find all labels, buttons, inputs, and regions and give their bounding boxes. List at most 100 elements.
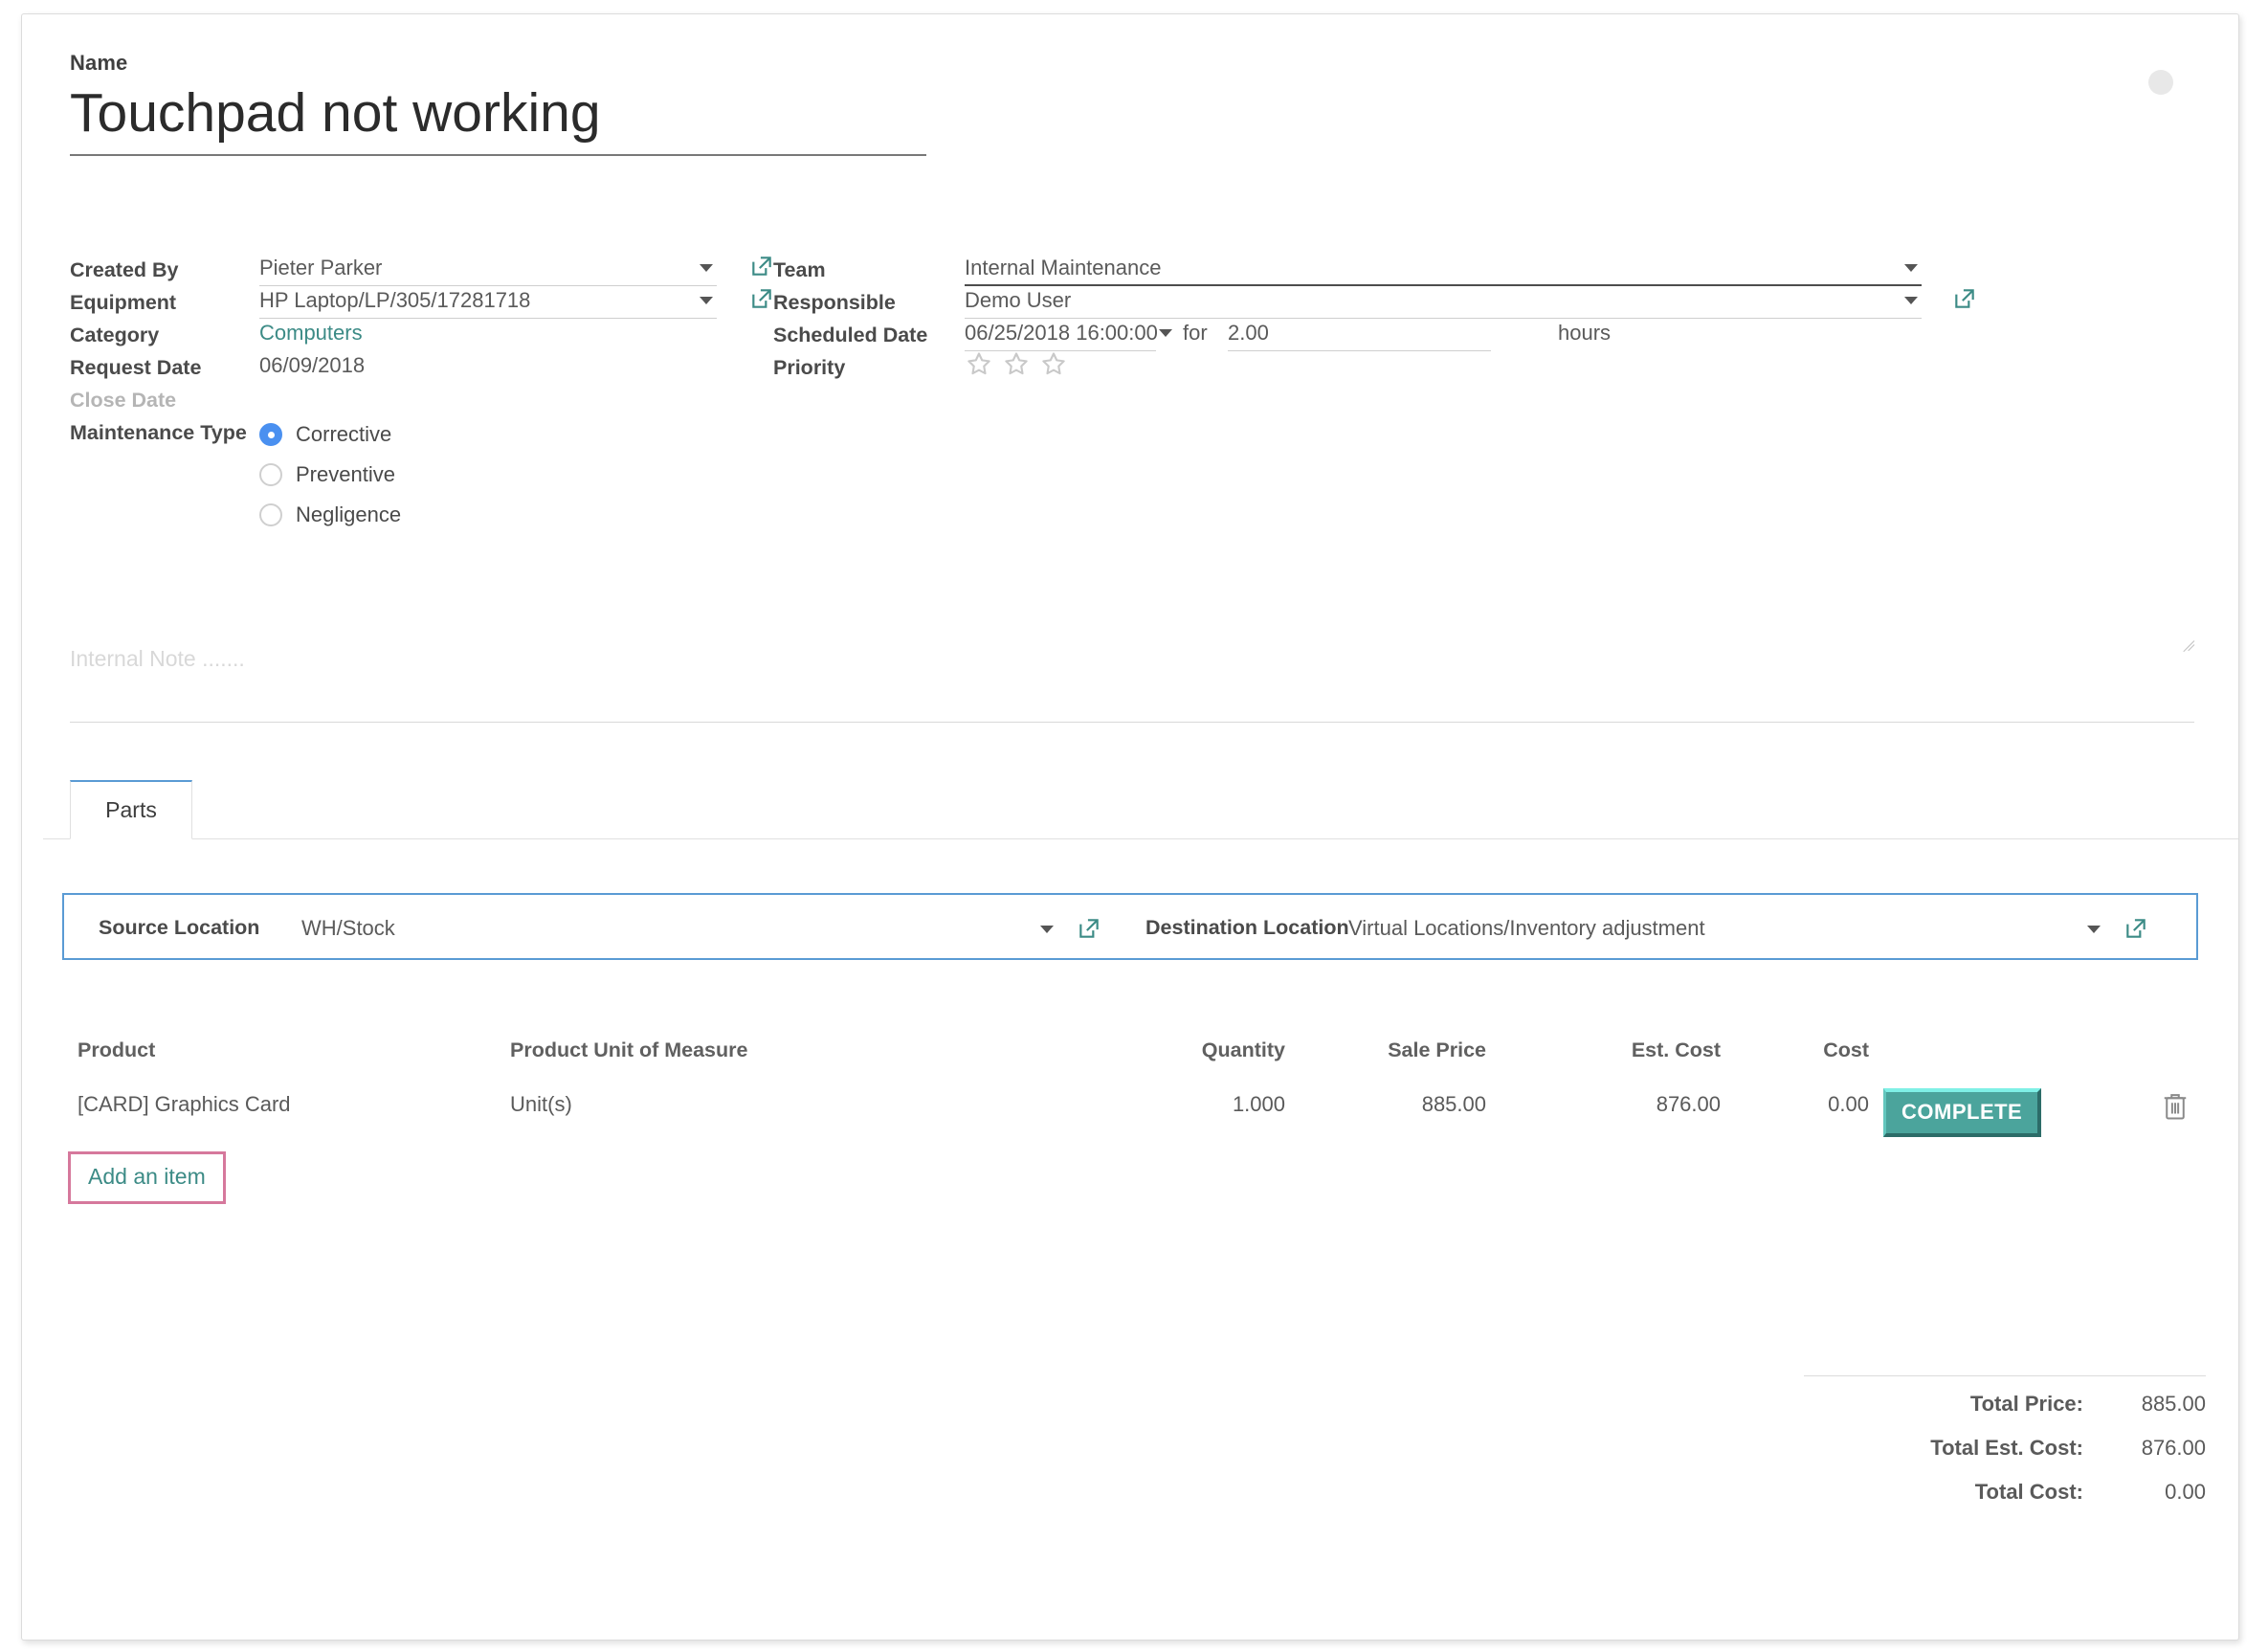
parts-table: Product Product Unit of Measure Quantity… bbox=[70, 1038, 2213, 1151]
status-indicator-dot[interactable] bbox=[2148, 70, 2173, 95]
equipment-external-link-icon[interactable] bbox=[749, 286, 774, 311]
request-date-value: 06/09/2018 bbox=[259, 353, 366, 377]
star-icon-1[interactable] bbox=[965, 349, 993, 378]
total-price-label: Total Price: bbox=[1969, 1392, 2083, 1416]
cell-sale-price[interactable]: 885.00 bbox=[1314, 1092, 1486, 1117]
radio-negligence-label: Negligence bbox=[296, 502, 402, 526]
radio-preventive-indicator[interactable] bbox=[259, 463, 282, 486]
cell-quantity[interactable]: 1.000 bbox=[1113, 1092, 1285, 1117]
responsible-label: Responsible bbox=[773, 291, 896, 314]
radio-corrective-indicator[interactable] bbox=[259, 423, 282, 446]
total-cost-label: Total Cost: bbox=[1974, 1480, 2083, 1504]
cell-uom[interactable]: Unit(s) bbox=[510, 1092, 572, 1117]
add-an-item-button[interactable]: Add an item bbox=[68, 1151, 226, 1204]
category-value-link[interactable]: Computers bbox=[259, 319, 717, 350]
column-header-product: Product bbox=[78, 1038, 156, 1061]
table-row[interactable]: [CARD] Graphics Card Unit(s) 1.000 885.0… bbox=[70, 1088, 2213, 1151]
maintenance-type-label: Maintenance Type bbox=[70, 421, 247, 444]
star-icon-2[interactable] bbox=[1002, 349, 1031, 378]
delete-row-icon[interactable] bbox=[2161, 1090, 2190, 1123]
team-input[interactable]: Internal Maintenance bbox=[965, 254, 1922, 286]
name-field-input[interactable]: Touchpad not working bbox=[70, 82, 931, 152]
close-date-label: Close Date bbox=[70, 389, 177, 412]
field-created-by: Created By Pieter Parker bbox=[70, 254, 771, 286]
radio-preventive-label: Preventive bbox=[296, 462, 395, 486]
tab-strip-divider bbox=[70, 838, 2238, 839]
field-category: Category Computers bbox=[70, 319, 740, 351]
chevron-down-icon[interactable] bbox=[1904, 264, 1918, 272]
radio-option-preventive[interactable]: Preventive bbox=[259, 455, 401, 495]
scheduled-date-for-word: for bbox=[1183, 321, 1208, 345]
total-cost-value: 0.00 bbox=[2165, 1480, 2206, 1504]
responsible-external-link-icon[interactable] bbox=[1952, 286, 1977, 311]
total-est-cost-label: Total Est. Cost: bbox=[1930, 1436, 2083, 1460]
created-by-label: Created By bbox=[70, 258, 179, 281]
close-date-value bbox=[259, 384, 717, 391]
total-est-cost-value: 876.00 bbox=[2141, 1436, 2206, 1460]
cell-product[interactable]: [CARD] Graphics Card bbox=[78, 1092, 291, 1117]
scheduled-date-input[interactable]: 06/25/2018 16:00:00 bbox=[965, 319, 1158, 351]
chevron-down-icon[interactable] bbox=[1040, 926, 1054, 933]
radio-option-corrective[interactable]: Corrective bbox=[259, 414, 401, 455]
destination-location-label: Destination Location bbox=[1145, 916, 1349, 939]
name-field-label: Name bbox=[70, 51, 128, 75]
created-by-input[interactable]: Pieter Parker bbox=[259, 254, 717, 286]
radio-corrective-label: Corrective bbox=[296, 422, 392, 446]
priority-star-rating[interactable] bbox=[965, 349, 1068, 378]
field-maintenance-type: Maintenance Type Corrective Preventive N… bbox=[70, 416, 740, 560]
source-location-label: Source Location bbox=[99, 916, 260, 939]
responsible-input[interactable]: Demo User bbox=[965, 286, 1922, 319]
field-team: Team Internal Maintenance bbox=[773, 254, 2190, 286]
source-location-external-link-icon[interactable] bbox=[1077, 916, 1101, 941]
table-header-row: Product Product Unit of Measure Quantity… bbox=[70, 1038, 2213, 1092]
textarea-resize-handle[interactable] bbox=[2177, 627, 2195, 653]
cell-cost[interactable]: 0.00 bbox=[1754, 1092, 1869, 1117]
complete-button[interactable]: COMPLETE bbox=[1883, 1088, 2042, 1137]
destination-location-input[interactable]: Virtual Locations/Inventory adjustment bbox=[1348, 916, 1705, 941]
tab-parts[interactable]: Parts bbox=[70, 780, 192, 839]
chevron-down-icon[interactable] bbox=[1159, 329, 1172, 337]
field-responsible: Responsible Demo User bbox=[773, 286, 2190, 319]
chevron-down-icon[interactable] bbox=[1904, 297, 1918, 304]
created-by-external-link-icon[interactable] bbox=[749, 254, 774, 279]
record-sheet: Name Touchpad not working Created By Pie… bbox=[21, 13, 2239, 1641]
add-an-item-label: Add an item bbox=[88, 1164, 206, 1189]
destination-location-external-link-icon[interactable] bbox=[2123, 916, 2148, 941]
scheduled-date-label: Scheduled Date bbox=[773, 324, 928, 346]
star-icon-3[interactable] bbox=[1039, 349, 1068, 378]
priority-label: Priority bbox=[773, 356, 846, 379]
total-price-row: Total Price: 885.00 bbox=[1804, 1392, 2206, 1436]
chevron-down-icon[interactable] bbox=[700, 264, 713, 272]
total-price-value: 885.00 bbox=[2141, 1392, 2206, 1416]
field-source-location: Source Location WH/Stock bbox=[99, 895, 1113, 958]
maintenance-type-radio-group: Corrective Preventive Negligence bbox=[259, 414, 401, 535]
form-column-left: Created By Pieter Parker Equipment HP La… bbox=[70, 254, 771, 560]
radio-negligence-indicator[interactable] bbox=[259, 503, 282, 526]
column-header-quantity: Quantity bbox=[1201, 1038, 1285, 1061]
total-cost-row: Total Cost: 0.00 bbox=[1804, 1480, 2206, 1524]
duration-input[interactable]: 2.00 bbox=[1228, 319, 1491, 351]
column-header-est-cost: Est. Cost bbox=[1631, 1038, 1721, 1061]
notebook-tabs: Parts bbox=[43, 780, 2238, 839]
internal-note-placeholder: Internal Note ....... bbox=[70, 646, 245, 671]
request-date-label: Request Date bbox=[70, 356, 202, 379]
source-location-input[interactable]: WH/Stock bbox=[301, 916, 395, 941]
column-header-sale-price: Sale Price bbox=[1388, 1038, 1486, 1061]
internal-note-area[interactable]: Internal Note ....... bbox=[70, 640, 2195, 723]
column-header-uom: Product Unit of Measure bbox=[510, 1038, 748, 1061]
field-destination-location: Destination Location Virtual Locations/I… bbox=[1145, 895, 2160, 958]
field-equipment: Equipment HP Laptop/LP/305/17281718 bbox=[70, 286, 771, 319]
equipment-label: Equipment bbox=[70, 291, 177, 314]
record-title-block: Name Touchpad not working bbox=[70, 51, 931, 156]
tab-parts-label: Parts bbox=[105, 797, 157, 822]
field-close-date: Close Date bbox=[70, 384, 740, 416]
duration-unit-label: hours bbox=[1558, 321, 1612, 345]
column-header-cost: Cost bbox=[1823, 1038, 1869, 1061]
equipment-input[interactable]: HP Laptop/LP/305/17281718 bbox=[259, 286, 717, 319]
chevron-down-icon[interactable] bbox=[700, 297, 713, 304]
chevron-down-icon[interactable] bbox=[2087, 926, 2101, 933]
cell-est-cost[interactable]: 876.00 bbox=[1548, 1092, 1721, 1117]
tab-strip-left-stub bbox=[43, 838, 70, 839]
totals-section: Total Price: 885.00 Total Est. Cost: 876… bbox=[1804, 1375, 2206, 1524]
radio-option-negligence[interactable]: Negligence bbox=[259, 495, 401, 535]
